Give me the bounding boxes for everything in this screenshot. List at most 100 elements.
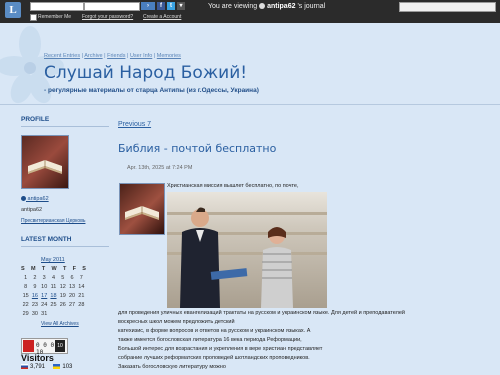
ukraine-flag-icon bbox=[53, 364, 61, 369]
calendar-day: 10 bbox=[41, 284, 48, 290]
calendar-day bbox=[67, 311, 76, 317]
calendar-week: 1 2 3 4 5 6 7 bbox=[21, 275, 86, 281]
weekday-label: T bbox=[41, 266, 46, 272]
calendar-day: 9 bbox=[33, 284, 37, 290]
viewing-suffix: 's journal bbox=[297, 3, 326, 10]
nav-recent-entries[interactable]: Recent Entries bbox=[44, 53, 80, 59]
calendar-weekdays: S M T W T F S bbox=[21, 266, 86, 272]
calendar-day: 8 bbox=[24, 284, 28, 290]
view-all-archives-link[interactable]: View All Archives bbox=[41, 321, 79, 327]
calendar-day: 22 bbox=[22, 302, 29, 308]
post-date: Apr. 13th, 2025 at 7:24 PM bbox=[127, 165, 193, 171]
profile-divider bbox=[21, 126, 109, 127]
nav-memories[interactable]: Memories bbox=[157, 53, 181, 59]
username-input[interactable] bbox=[30, 2, 84, 11]
twitter-icon[interactable]: t bbox=[167, 2, 175, 10]
viewing-prefix: You are viewing bbox=[208, 3, 258, 10]
russia-flag-icon bbox=[21, 364, 28, 369]
calendar-day bbox=[58, 311, 67, 317]
nav-user-info[interactable]: User Info bbox=[130, 53, 152, 59]
calendar-day: 7 bbox=[79, 275, 83, 281]
forgot-password-link[interactable]: Forgot your password? bbox=[82, 14, 133, 20]
post-intro-text: Христианская миссия вышлет бесплатно, по… bbox=[167, 183, 299, 189]
woman-figure bbox=[261, 227, 293, 308]
weekday-label: M bbox=[30, 266, 36, 272]
user-icon bbox=[21, 196, 26, 202]
calendar-day-link[interactable]: 16 bbox=[30, 293, 39, 299]
post-title[interactable]: Библия - почтой бесплатно bbox=[118, 142, 276, 155]
previous-entries-link[interactable]: Previous 7 bbox=[118, 121, 151, 128]
man-figure bbox=[180, 207, 220, 308]
calendar-day: 14 bbox=[78, 284, 85, 290]
profile-username-link[interactable]: antipa62 bbox=[21, 196, 49, 202]
calendar-day bbox=[77, 311, 86, 317]
calendar-day: 1 bbox=[24, 275, 28, 281]
calendar-day: 31 bbox=[41, 311, 48, 317]
post-body-line: также имеется богословская литература 16… bbox=[118, 337, 302, 343]
weekday-label: W bbox=[51, 266, 57, 272]
profile-heading: PROFILE bbox=[21, 116, 50, 123]
calendar-day: 11 bbox=[50, 284, 57, 290]
calendar-day: 29 bbox=[22, 311, 29, 317]
post-body-line: Большой интерес для возрастания и укрепл… bbox=[118, 346, 323, 352]
visitors-count-ua: 103 bbox=[62, 364, 73, 371]
calendar-day: 24 bbox=[41, 302, 48, 308]
bible-icon bbox=[28, 160, 62, 174]
top-bar: L › f t ▾ Remember Me Forgot your passwo… bbox=[0, 0, 500, 23]
profile-community-link[interactable]: Пресвитерианская Церковь bbox=[21, 218, 85, 224]
calendar-day bbox=[49, 311, 58, 317]
nav-archive[interactable]: Archive bbox=[84, 53, 102, 59]
post-photo bbox=[167, 192, 327, 308]
more-icon[interactable]: ▾ bbox=[177, 2, 185, 10]
visit-counter[interactable]: 0 0 0 0 10 10 bbox=[21, 338, 68, 356]
viewing-user-link[interactable]: antipa62 bbox=[267, 3, 295, 10]
profile-userpic[interactable] bbox=[21, 135, 69, 189]
calendar-day: 6 bbox=[70, 275, 74, 281]
post-body-line: катехизис, в форме вопросов и ответов на… bbox=[118, 328, 311, 334]
remember-me-checkbox[interactable] bbox=[30, 14, 37, 21]
post-body-line: воскресных школ можем предложить детский bbox=[118, 319, 235, 325]
remember-me-label: Remember Me bbox=[38, 14, 72, 20]
post-body-line: Заказать богословскую литературу можно bbox=[118, 364, 226, 370]
calendar-day: 30 bbox=[31, 311, 38, 317]
viewing-notice: You are viewing antipa62 's journal bbox=[208, 3, 325, 10]
calendar-day-link[interactable]: 17 bbox=[40, 293, 49, 299]
nav-friends[interactable]: Friends bbox=[107, 53, 125, 59]
visitors-title: Visitors bbox=[21, 353, 54, 363]
calendar-day: 26 bbox=[59, 302, 66, 308]
journal-title[interactable]: Слушай Народ Божий! bbox=[44, 63, 247, 83]
profile-username[interactable]: antipa62 bbox=[28, 196, 49, 202]
calendar-week: 29 30 31 bbox=[21, 311, 86, 317]
calendar-day: 28 bbox=[78, 302, 85, 308]
visitors-count-ru: 3,791 bbox=[30, 364, 46, 371]
search-input[interactable] bbox=[399, 2, 496, 12]
site-logo[interactable]: L bbox=[5, 2, 21, 18]
post-body-line: собрание лучших реформатских проповедей … bbox=[118, 355, 310, 361]
counter-flag: 10 bbox=[55, 340, 65, 352]
weekday-label: F bbox=[72, 266, 76, 272]
calendar-day: 15 bbox=[22, 293, 29, 299]
weekday-label: T bbox=[62, 266, 67, 272]
login-button[interactable]: › bbox=[141, 2, 155, 10]
latest-month-divider bbox=[21, 246, 109, 247]
facebook-icon[interactable]: f bbox=[157, 2, 165, 10]
calendar-day: 2 bbox=[33, 275, 37, 281]
visitors-stats: 3,791 103 bbox=[21, 364, 72, 370]
calendar-day: 13 bbox=[68, 284, 76, 290]
counter-logo-icon bbox=[23, 340, 34, 352]
calendar-day: 3 bbox=[42, 275, 46, 281]
calendar-week: 15 16 17 18 19 20 21 bbox=[21, 293, 86, 299]
profile-name: antipa62 bbox=[21, 207, 43, 213]
calendar-day: 21 bbox=[78, 293, 85, 299]
post-body-line: для проведения уличных евангелизаций тра… bbox=[118, 310, 405, 316]
calendar-day: 5 bbox=[61, 275, 65, 281]
calendar-day: 19 bbox=[59, 293, 66, 299]
user-icon bbox=[259, 3, 266, 10]
calendar-month-link[interactable]: May 2011 bbox=[41, 257, 65, 263]
weekday-label: S bbox=[82, 266, 86, 272]
calendar-day: 25 bbox=[50, 302, 57, 308]
latest-month-heading: LATEST MONTH bbox=[21, 236, 72, 243]
create-account-link[interactable]: Create a Account bbox=[143, 14, 181, 20]
calendar-day-link[interactable]: 18 bbox=[49, 293, 58, 299]
password-input[interactable] bbox=[84, 2, 140, 11]
